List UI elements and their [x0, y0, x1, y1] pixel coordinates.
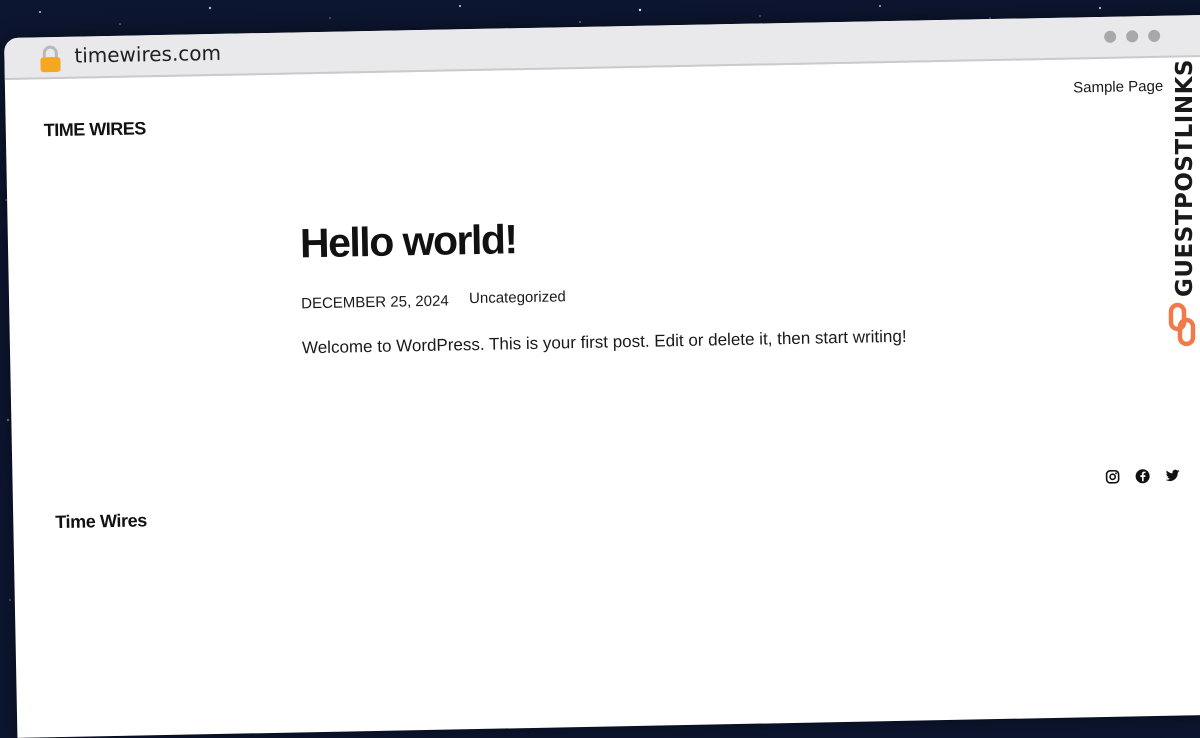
window-control-dot[interactable] — [1148, 29, 1161, 43]
post-title[interactable]: Hello world! — [300, 216, 517, 267]
footer-site-title[interactable]: Time Wires — [55, 510, 147, 533]
web-page: TIME WIRES Sample Page Hello world! DECE… — [5, 56, 1200, 738]
twitter-icon[interactable] — [1164, 467, 1180, 483]
nav-link-sample-page[interactable]: Sample Page — [1073, 78, 1163, 97]
facebook-icon[interactable] — [1134, 468, 1150, 484]
instagram-icon[interactable] — [1104, 469, 1120, 485]
social-links — [1104, 467, 1180, 484]
post-excerpt: Welcome to WordPress. This is your first… — [301, 326, 907, 358]
window-control-dot[interactable] — [1126, 30, 1139, 43]
post-category-link[interactable]: Uncategorized — [469, 288, 566, 307]
guestpostlinks-watermark: GUESTPOSTLINKS — [1168, 59, 1198, 347]
site-title[interactable]: TIME WIRES — [44, 118, 146, 141]
window-controls — [1104, 29, 1161, 43]
watermark-text: GUESTPOSTLINKS — [1172, 59, 1198, 297]
url-text[interactable]: timewires.com — [74, 41, 221, 68]
post-date[interactable]: DECEMBER 25, 2024 — [301, 293, 449, 313]
link-chain-icon — [1168, 302, 1196, 347]
window-control-dot[interactable] — [1104, 30, 1117, 43]
browser-window: timewires.com TIME WIRES Sample Page Hel… — [4, 14, 1200, 738]
lock-icon — [38, 45, 63, 78]
